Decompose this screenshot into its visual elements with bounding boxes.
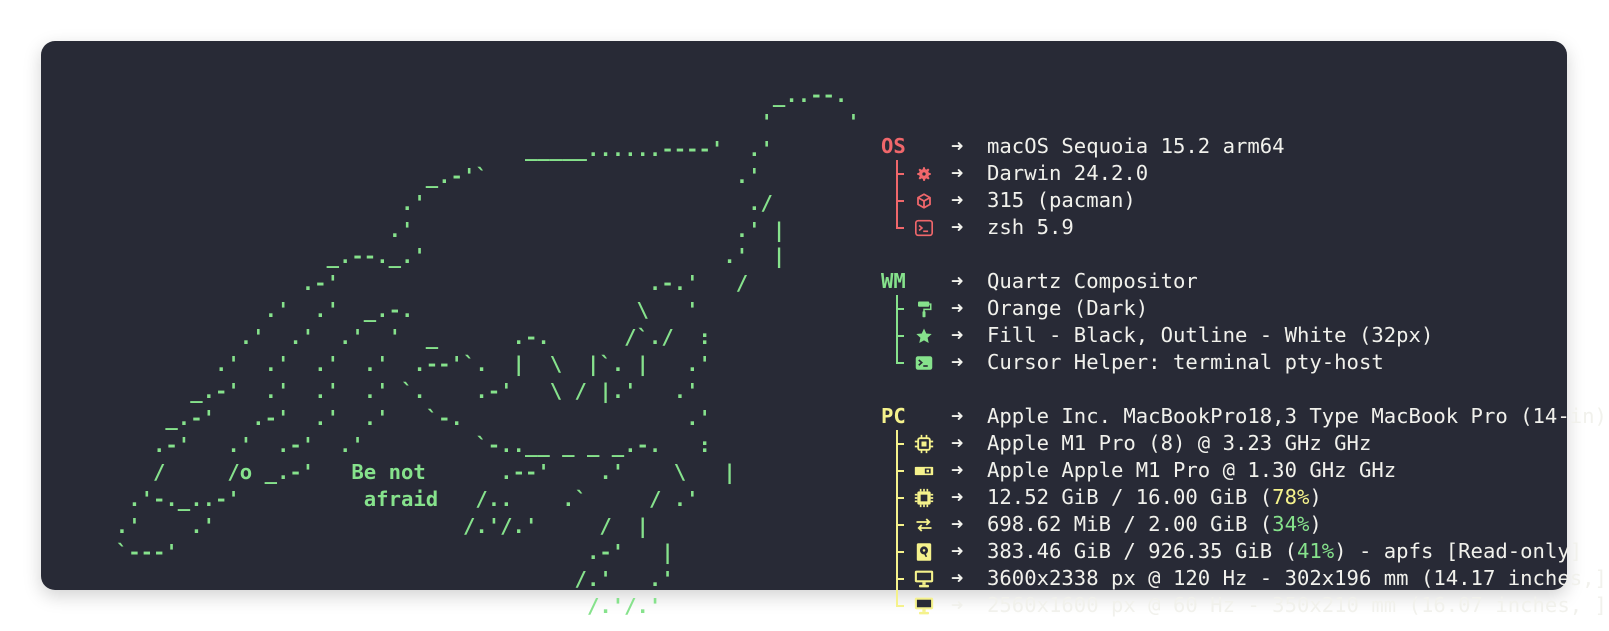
tree-connector <box>896 484 906 511</box>
usage-suffix: ) <box>1309 512 1322 536</box>
arrow-icon: ➜ <box>951 566 964 590</box>
tree-connector <box>896 160 906 187</box>
cpu-icon <box>914 434 934 454</box>
tree-connector <box>896 349 906 376</box>
art-message-line1: Be not <box>351 459 426 484</box>
arrow-icon: ➜ <box>951 296 964 320</box>
info-value: 383.46 GiB / 926.35 GiB (41%) - apfs [Re… <box>987 538 1582 565</box>
tree-connector <box>896 295 906 322</box>
gear-icon <box>914 164 934 184</box>
info-value: Apple M1 Pro (8) @ 3.23 GHz GHz <box>987 431 1372 455</box>
section-value: Quartz Compositor <box>987 269 1198 293</box>
usage-suffix: ) - apfs [Read-only] <box>1334 539 1583 563</box>
usage-percent: 78% <box>1272 485 1310 509</box>
arrow-icon: ➜ <box>951 485 964 509</box>
package-icon <box>914 191 934 211</box>
arrow-icon: ➜ <box>951 431 964 455</box>
tree-connector <box>896 457 906 484</box>
info-value: Orange (Dark) <box>987 296 1149 320</box>
info-value: Darwin 24.2.0 <box>987 161 1149 185</box>
info-value: 12.52 GiB / 16.00 GiB (78%) <box>987 484 1322 511</box>
arrow-icon: ➜ <box>951 269 964 293</box>
tree-connector <box>896 214 906 241</box>
arrow-icon: ➜ <box>951 539 964 563</box>
gpu-icon <box>914 461 934 481</box>
ascii-art-logo: _..--. ' ' _____......----' .' _.-'` .' <box>91 83 860 619</box>
info-value: Fill - Black, Outline - White (32px) <box>987 323 1434 347</box>
art-message-line2: afraid <box>363 486 439 511</box>
tree-connector <box>896 322 906 349</box>
section-value: macOS Sequoia 15.2 arm64 <box>987 134 1285 158</box>
terminal-solid-icon <box>914 353 934 373</box>
arrow-icon: ➜ <box>951 134 964 158</box>
info-value: 698.62 MiB / 2.00 GiB (34%) <box>987 511 1322 538</box>
terminal-window: _..--. ' ' _____......----' .' _.-'` .' <box>41 41 1607 618</box>
terminal-icon <box>914 218 934 238</box>
section-key: PC <box>881 404 906 428</box>
info-value: Cursor Helper: terminal pty-host <box>987 350 1384 374</box>
tree-connector <box>896 565 906 592</box>
arrow-icon: ➜ <box>951 161 964 185</box>
info-value: 3600x2338 px @ 120 Hz - 302x196 mm (14.1… <box>987 566 1607 590</box>
usage-suffix: ) <box>1309 485 1322 509</box>
paint-roller-icon <box>914 299 934 319</box>
section-value: Apple Inc. MacBookPro18,3 Type MacBook P… <box>987 404 1607 428</box>
star-icon <box>914 326 934 346</box>
memory-icon <box>914 488 934 508</box>
arrow-icon: ➜ <box>951 512 964 536</box>
usage-percent: 34% <box>1272 512 1310 536</box>
swap-icon <box>914 515 934 535</box>
arrow-icon: ➜ <box>951 458 964 482</box>
arrow-icon: ➜ <box>951 323 964 347</box>
usage-text: 383.46 GiB / 926.35 GiB ( <box>987 539 1297 563</box>
info-value: zsh 5.9 <box>987 215 1074 239</box>
usage-percent: 41% <box>1296 539 1335 563</box>
monitor-icon <box>914 596 934 616</box>
tree-connector <box>896 430 906 457</box>
arrow-icon: ➜ <box>951 593 964 617</box>
arrow-icon: ➜ <box>951 215 964 239</box>
monitor-icon <box>914 569 934 589</box>
tree-connector <box>896 511 906 538</box>
usage-text: 698.62 MiB / 2.00 GiB ( <box>987 512 1273 536</box>
arrow-icon: ➜ <box>951 350 964 374</box>
arrow-icon: ➜ <box>951 188 964 212</box>
disk-icon <box>914 542 934 562</box>
arrow-icon: ➜ <box>951 404 964 428</box>
tree-connector <box>896 187 906 214</box>
info-value: 315 (pacman) <box>987 188 1136 212</box>
info-value: Apple Apple M1 Pro @ 1.30 GHz GHz <box>987 458 1397 482</box>
section-key: WM <box>881 269 906 293</box>
section-key: OS <box>881 134 906 158</box>
info-value: 2560x1600 px @ 60 Hz - 350x210 mm (16.07… <box>987 593 1607 617</box>
tree-connector <box>896 538 906 565</box>
usage-text: 12.52 GiB / 16.00 GiB ( <box>987 485 1273 509</box>
tree-connector <box>896 592 906 619</box>
